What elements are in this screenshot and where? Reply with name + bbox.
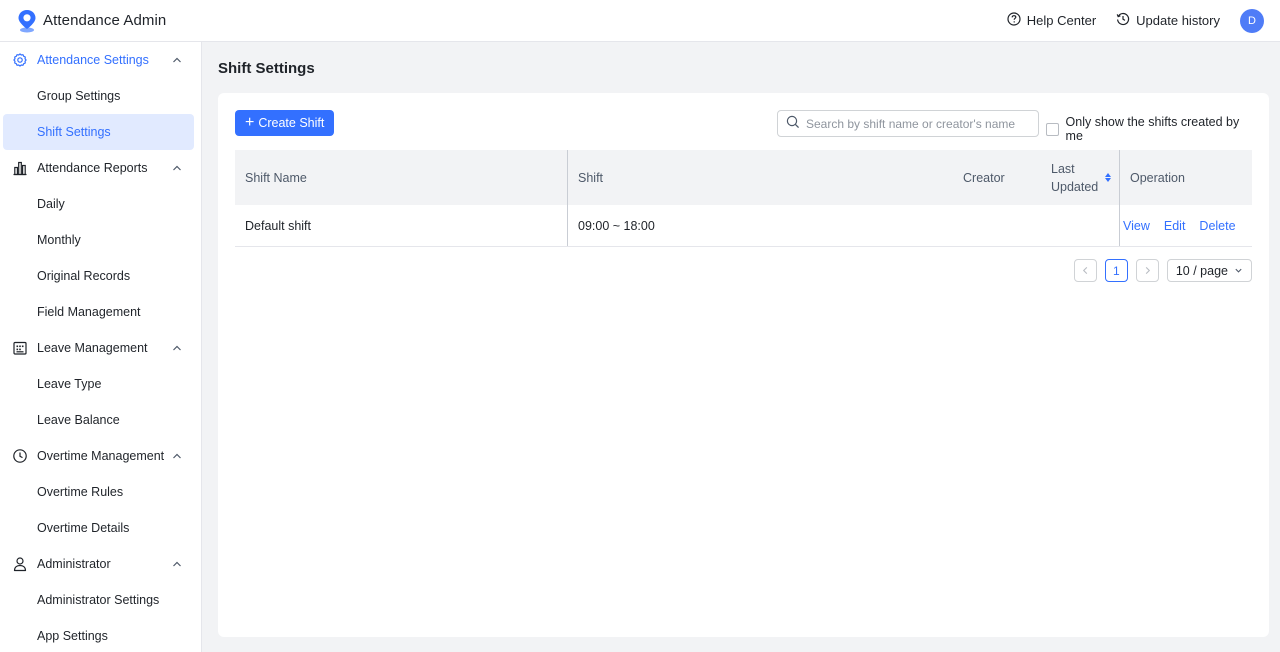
location-pin-logo-icon	[17, 9, 37, 33]
nav-group-attendance-settings: Attendance Settings Group Settings Shift…	[0, 42, 201, 150]
chevron-right-icon	[1145, 266, 1150, 275]
create-shift-button[interactable]: + Create Shift	[235, 110, 335, 136]
sidebar-item-monthly[interactable]: Monthly	[3, 222, 194, 258]
nav-group-attendance-reports: Attendance Reports Daily Monthly Origina…	[0, 150, 201, 330]
cell-shift-name: Default shift	[235, 205, 568, 246]
only-mine-label: Only show the shifts created by me	[1065, 115, 1240, 143]
only-mine-filter[interactable]: Only show the shifts created by me	[1046, 115, 1252, 143]
prev-page-button[interactable]	[1073, 259, 1097, 282]
cell-operation: View Edit Delete	[1120, 205, 1252, 246]
sidebar-group-label: Leave Management	[37, 341, 148, 355]
sidebar-item-overtime-details[interactable]: Overtime Details	[3, 510, 194, 546]
app-logo[interactable]: Attendance Admin	[17, 9, 166, 33]
user-avatar[interactable]: D	[1240, 8, 1264, 33]
column-header-last-updated[interactable]: Last Updated	[1042, 150, 1120, 205]
sidebar-item-daily[interactable]: Daily	[3, 186, 194, 222]
page-number-button[interactable]: 1	[1104, 259, 1128, 282]
search-icon	[786, 115, 806, 132]
sidebar-group-attendance-settings[interactable]: Attendance Settings	[0, 42, 201, 78]
sidebar-item-leave-balance[interactable]: Leave Balance	[3, 402, 194, 438]
column-header-operation: Operation	[1130, 170, 1185, 185]
sidebar-item-administrator-settings[interactable]: Administrator Settings	[3, 582, 194, 618]
shift-list-card: + Create Shift Only show the shifts crea…	[218, 93, 1269, 637]
page-title: Shift Settings	[218, 60, 315, 77]
chevron-down-icon	[1235, 268, 1242, 273]
sidebar-group-label: Overtime Management	[37, 449, 165, 463]
gear-icon	[12, 52, 28, 68]
bar-chart-icon	[12, 160, 28, 176]
delete-link[interactable]: Delete	[1199, 219, 1235, 233]
plus-icon: +	[245, 113, 255, 131]
help-center-label: Help Center	[1026, 13, 1097, 28]
sidebar-item-shift-settings[interactable]: Shift Settings	[3, 114, 194, 150]
nav-group-administrator: Administrator Administrator Settings App…	[0, 546, 201, 652]
page-size-value: 10 / page	[1175, 263, 1228, 278]
sidebar-group-leave-management[interactable]: Leave Management	[0, 330, 201, 366]
nav-group-overtime-management: Overtime Management Overtime Rules Overt…	[0, 438, 201, 546]
update-history-link[interactable]: Update history	[1116, 12, 1220, 29]
last-updated-label: Last Updated	[1051, 161, 1099, 194]
sidebar-item-leave-type[interactable]: Leave Type	[3, 366, 194, 402]
chevron-up-icon	[171, 54, 183, 66]
column-header-shift: Shift	[578, 170, 604, 185]
sort-icon[interactable]	[1105, 173, 1111, 182]
app-title: Attendance Admin	[43, 12, 167, 29]
column-header-creator: Creator	[963, 170, 1005, 185]
pagination: 1 10 / page	[1073, 259, 1252, 282]
update-history-label: Update history	[1136, 13, 1220, 28]
sidebar-group-label: Administrator	[37, 557, 111, 571]
clock-icon	[12, 448, 28, 464]
table-header: Shift Name Shift Creator Last Updated Op…	[235, 150, 1252, 205]
column-header-shift-name: Shift Name	[235, 150, 568, 205]
sidebar-group-attendance-reports[interactable]: Attendance Reports	[0, 150, 201, 186]
chevron-left-icon	[1082, 266, 1088, 275]
edit-link[interactable]: Edit	[1164, 219, 1186, 233]
table-row: Default shift 09:00 ~ 18:00 View Edit De…	[235, 205, 1252, 247]
cell-last-updated	[1042, 205, 1120, 246]
next-page-button[interactable]	[1135, 259, 1159, 282]
search-box[interactable]	[777, 110, 1039, 137]
view-link[interactable]: View	[1123, 219, 1150, 233]
sidebar-group-label: Attendance Settings	[37, 53, 149, 67]
only-mine-checkbox[interactable]	[1046, 122, 1059, 136]
chevron-up-icon	[171, 558, 183, 570]
question-circle-icon	[1007, 12, 1021, 29]
sidebar-item-field-management[interactable]: Field Management	[3, 294, 194, 330]
nav-group-leave-management: Leave Management Leave Type Leave Balanc…	[0, 330, 201, 438]
sidebar-item-overtime-rules[interactable]: Overtime Rules	[3, 474, 194, 510]
cell-creator	[963, 205, 1042, 246]
calendar-icon	[12, 340, 28, 356]
sidebar-group-overtime-management[interactable]: Overtime Management	[0, 438, 201, 474]
help-center-link[interactable]: Help Center	[1007, 12, 1096, 29]
chevron-up-icon	[171, 342, 183, 354]
chevron-up-icon	[171, 450, 183, 462]
page-size-select[interactable]: 10 / page	[1166, 259, 1252, 282]
shift-table: Shift Name Shift Creator Last Updated Op…	[235, 150, 1252, 247]
chevron-up-icon	[171, 162, 183, 174]
sidebar-item-original-records[interactable]: Original Records	[3, 258, 194, 294]
toolbar: + Create Shift Only show the shifts crea…	[235, 110, 1252, 143]
sidebar-group-label: Attendance Reports	[37, 161, 148, 175]
sidebar-item-group-settings[interactable]: Group Settings	[3, 78, 194, 114]
sidebar-item-app-settings[interactable]: App Settings	[3, 618, 194, 652]
history-clock-icon	[1116, 12, 1130, 29]
search-input[interactable]	[806, 116, 1026, 131]
user-icon	[12, 556, 28, 572]
sidebar: Attendance Settings Group Settings Shift…	[0, 42, 202, 652]
sidebar-group-administrator[interactable]: Administrator	[0, 546, 201, 582]
create-shift-label: Create Shift	[258, 116, 325, 130]
top-bar: Attendance Admin Help Center Update hist…	[0, 0, 1280, 42]
cell-shift-time: 09:00 ~ 18:00	[578, 218, 655, 233]
